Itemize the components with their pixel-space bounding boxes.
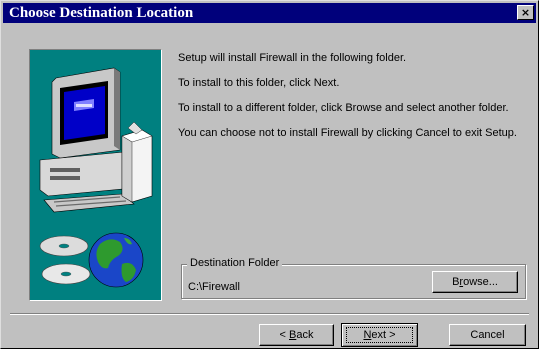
focus-rect: [346, 327, 413, 343]
browse-button[interactable]: Browse...: [432, 271, 518, 293]
system-unit: [39, 151, 135, 197]
screen-bar: [76, 104, 92, 107]
setup-dialog: Choose Destination Location × Setup will…: [0, 0, 539, 349]
destination-folder-label: Destination Folder: [187, 257, 283, 269]
message-line: You can choose not to install Firewall b…: [178, 127, 517, 139]
drive-slot: [50, 176, 80, 180]
destination-path: C:\Firewall: [188, 281, 240, 293]
keyboard: [43, 193, 135, 213]
message-line: Setup will install Firewall in the follo…: [178, 52, 407, 64]
message-line: To install to a different folder, click …: [178, 102, 509, 114]
back-button[interactable]: < Back: [259, 324, 334, 346]
window-title: Choose Destination Location: [9, 5, 194, 21]
cancel-button[interactable]: Cancel: [449, 324, 526, 346]
separator: [10, 313, 529, 315]
monitor-side: [114, 68, 120, 150]
close-button[interactable]: ×: [517, 5, 534, 20]
message-line: To install to this folder, click Next.: [178, 77, 340, 89]
monitor-screen: [64, 86, 105, 140]
computer-cd-globe-illustration: [39, 67, 153, 288]
drive-slot: [50, 168, 80, 172]
title-bar[interactable]: Choose Destination Location ×: [3, 3, 536, 23]
close-icon: ×: [520, 6, 531, 19]
setup-illustration: [29, 49, 162, 301]
next-button[interactable]: Next >: [341, 323, 418, 347]
